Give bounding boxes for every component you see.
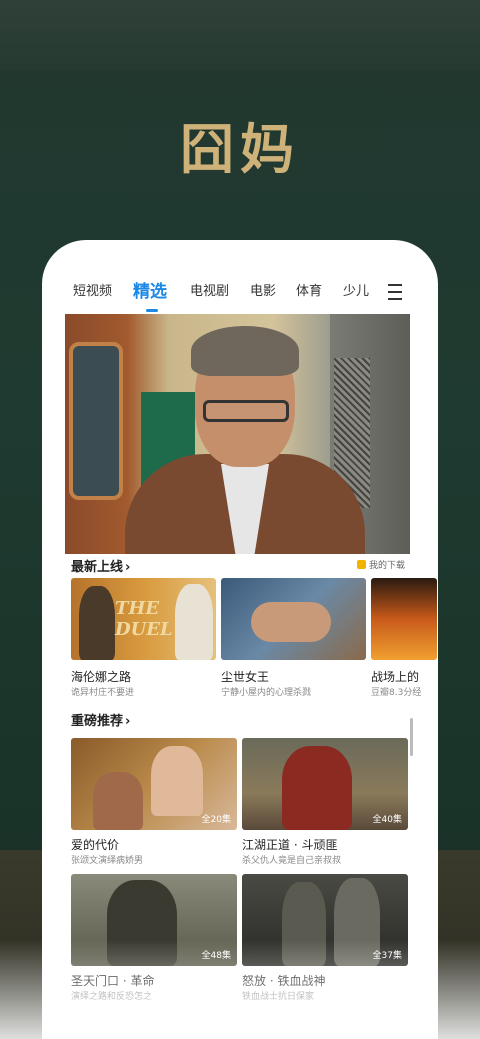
menu-icon[interactable] — [388, 284, 402, 300]
featured-episodes-3: 全48集 — [201, 951, 231, 961]
latest-title-2[interactable]: 尘世女王 — [221, 668, 269, 685]
latest-title-3[interactable]: 战场上的 — [371, 668, 419, 685]
tab-movies[interactable]: 电影 — [250, 280, 276, 299]
featured-episodes-4: 全37集 — [372, 951, 402, 961]
tab-short-video[interactable]: 短视频 — [73, 280, 112, 299]
active-tab-indicator — [146, 309, 158, 312]
tab-featured[interactable]: 精选 — [133, 277, 167, 302]
latest-poster-1[interactable]: THE DUEL — [71, 578, 216, 660]
content-feed: 最新上线 › 我的下载 THE DUEL 海伦娜之路 诡异村庄不要进 尘世女王 宁… — [65, 554, 437, 1039]
latest-subtitle-3: 豆瓣8.3分经 — [371, 688, 422, 698]
latest-poster-3[interactable] — [371, 578, 437, 660]
tab-tv-series[interactable]: 电视剧 — [190, 280, 229, 299]
poster-figure — [282, 882, 326, 966]
featured-poster-1[interactable]: 全20集 — [71, 738, 237, 830]
featured-episodes-1: 全20集 — [201, 815, 231, 825]
section-featured-title: 重磅推荐 — [71, 714, 124, 729]
latest-title-1[interactable]: 海伦娜之路 — [71, 668, 131, 685]
hero-banner[interactable] — [65, 314, 410, 554]
tab-kids[interactable]: 少儿 — [343, 280, 369, 299]
latest-subtitle-1: 诡异村庄不要进 — [71, 688, 135, 698]
section-latest-header[interactable]: 最新上线 › — [71, 556, 130, 575]
featured-subtitle-4: 铁血战士抗日保家 — [242, 992, 315, 1002]
section-latest-title: 最新上线 — [71, 560, 124, 575]
featured-poster-2[interactable]: 全40集 — [242, 738, 408, 830]
poster-figure — [251, 602, 331, 642]
my-downloads-label: 我的下载 — [369, 561, 406, 571]
featured-subtitle-3: 演绎之路和反恐怎之 — [71, 992, 153, 1002]
featured-poster-4[interactable]: 全37集 — [242, 874, 408, 966]
category-tabs: 短视频 精选 电视剧 电影 体育 少儿 — [42, 280, 438, 314]
scrollbar[interactable] — [410, 718, 413, 756]
background-top-band — [0, 0, 480, 70]
hero-actor-glasses — [203, 400, 289, 422]
section-featured-header[interactable]: 重磅推荐 › — [71, 710, 130, 729]
poster-title-text: THE DUEL — [115, 598, 173, 640]
chevron-right-icon: › — [125, 560, 131, 575]
poster-figure — [151, 746, 203, 816]
poster-figure — [107, 880, 177, 966]
hero-actor-hair — [191, 326, 299, 376]
featured-subtitle-2: 杀父仇人竟是自己亲叔叔 — [242, 856, 342, 866]
featured-title-2[interactable]: 江湖正道 · 斗顽匪 — [242, 836, 337, 853]
featured-subtitle-1: 张颂文演绎病娇男 — [71, 856, 144, 866]
featured-poster-3[interactable]: 全48集 — [71, 874, 237, 966]
latest-subtitle-2: 宁静小屋内的心理杀戮 — [221, 688, 312, 698]
poster-figure — [282, 746, 352, 830]
hero-train-window — [69, 342, 123, 500]
download-icon — [357, 560, 366, 569]
chevron-right-icon: › — [125, 714, 131, 729]
promo-title: 囧妈 — [180, 118, 300, 181]
featured-title-3[interactable]: 圣天门口 · 革命 — [71, 972, 154, 989]
latest-poster-2[interactable] — [221, 578, 366, 660]
poster-figure — [79, 586, 115, 660]
featured-title-1[interactable]: 爱的代价 — [71, 836, 119, 853]
poster-figure — [93, 772, 143, 830]
featured-title-4[interactable]: 怒放 · 铁血战神 — [242, 972, 325, 989]
tab-sports[interactable]: 体育 — [296, 280, 322, 299]
my-downloads-link[interactable]: 我的下载 — [357, 558, 405, 571]
featured-episodes-2: 全40集 — [372, 815, 402, 825]
